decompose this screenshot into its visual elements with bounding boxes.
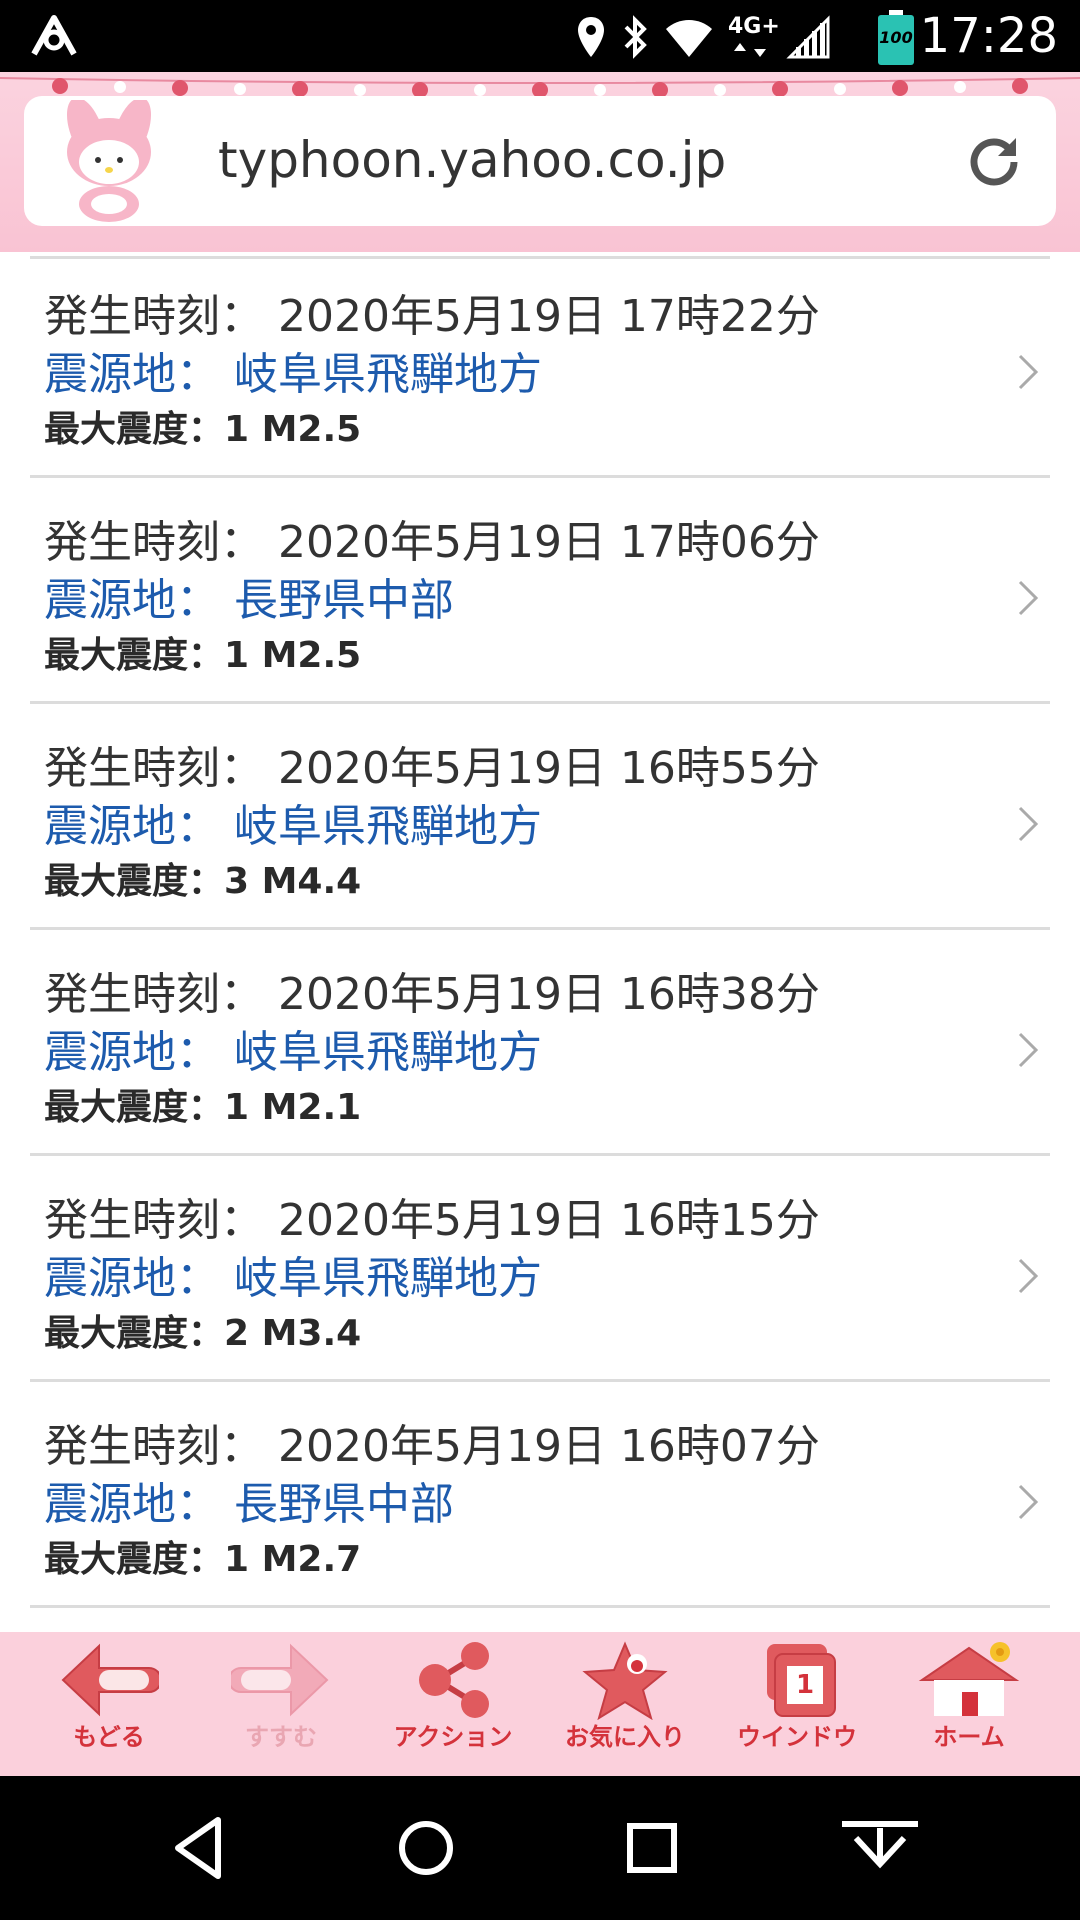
quake-intensity: 最大震度：3 M4.4 [44,861,362,902]
forward-label: すすむ [245,1723,317,1751]
quake-time: 発生時刻： 2020年5月19日 17時22分 [44,291,820,342]
quake-time: 発生時刻： 2020年5月19日 17時06分 [44,517,820,568]
list-item[interactable]: 発生時刻： 2020年5月19日 16時07分 震源地： 長野県中部 最大震度：… [30,1386,1050,1608]
action-button[interactable]: アクション [368,1640,538,1772]
window-button[interactable]: 1 ウインドウ [712,1640,882,1772]
quake-time: 発生時刻： 2020年5月19日 16時55分 [44,743,820,794]
nav-down-icon[interactable] [840,1808,920,1888]
navigation-bar [0,1776,1080,1920]
quake-intensity: 最大震度：2 M3.4 [44,1313,362,1354]
status-bar: 4G+ 100 17:28 [0,0,1080,72]
quake-epicenter[interactable]: 震源地： 長野県中部 [44,1478,454,1532]
quake-epicenter[interactable]: 震源地： 岐阜県飛騨地方 [44,348,542,402]
wifi-icon [666,20,712,57]
forward-arrow-icon [231,1643,329,1717]
bluetooth-icon [624,15,647,59]
reload-icon[interactable] [964,130,1024,190]
quake-time: 発生時刻： 2020年5月19日 16時15分 [44,1195,820,1246]
back-arrow-icon [61,1643,159,1717]
list-item[interactable]: 発生時刻： 2020年5月19日 16時55分 震源地： 岐阜県飛騨地方 最大震… [30,708,1050,930]
forward-button[interactable]: すすむ [196,1640,366,1772]
quake-time: 発生時刻： 2020年5月19日 16時38分 [44,969,820,1020]
home-label: ホーム [933,1723,1005,1751]
network-type: 4G+ [728,13,780,61]
home-button[interactable]: ホーム [884,1640,1054,1772]
browser-header: typhoon.yahoo.co.jp [0,72,1080,252]
nav-home-icon[interactable] [386,1808,466,1888]
chevron-right-icon [1018,1032,1039,1068]
status-icons: 4G+ [576,12,830,62]
list-item[interactable]: 発生時刻： 2020年5月19日 16時38分 震源地： 岐阜県飛騨地方 最大震… [30,934,1050,1156]
battery-level: 100 [879,28,913,47]
home-icon [918,1642,1020,1716]
share-icon [419,1642,489,1718]
chevron-right-icon [1018,580,1039,616]
quake-epicenter[interactable]: 震源地： 長野県中部 [44,574,454,628]
location-icon [578,17,604,57]
quake-intensity: 最大震度：1 M2.1 [44,1087,362,1128]
quake-epicenter[interactable]: 震源地： 岐阜県飛騨地方 [44,800,542,854]
chevron-right-icon [1018,354,1039,390]
nav-back-icon[interactable] [160,1808,240,1888]
window-label: ウインドウ [737,1723,857,1751]
list-item[interactable]: 発生時刻： 2020年5月19日 17時22分 震源地： 岐阜県飛騨地方 最大震… [30,256,1050,478]
chevron-right-icon [1018,806,1039,842]
back-button[interactable]: もどる [24,1640,194,1772]
clock: 17:28 [919,8,1058,64]
list-item[interactable]: 発生時刻： 2020年5月19日 16時15分 震源地： 岐阜県飛騨地方 最大震… [30,1160,1050,1382]
mascot-icon [66,100,152,222]
chevron-right-icon [1018,1484,1039,1520]
quake-intensity: 最大震度：1 M2.5 [44,409,362,450]
quake-time: 発生時刻： 2020年5月19日 16時07分 [44,1421,820,1472]
address-bar[interactable]: typhoon.yahoo.co.jp [24,96,1056,226]
earthquake-list: 発生時刻： 2020年5月19日 17時22分 震源地： 岐阜県飛騨地方 最大震… [0,252,1080,1632]
favorites-button[interactable]: お気に入り [540,1640,710,1772]
browser-toolbar: もどる すすむ アクション お気に入り 1 ウインドウ ホーム [0,1632,1080,1776]
nav-recents-icon[interactable] [612,1808,692,1888]
quake-intensity: 最大震度：1 M2.5 [44,635,362,676]
quake-epicenter[interactable]: 震源地： 岐阜県飛騨地方 [44,1026,542,1080]
url-text[interactable]: typhoon.yahoo.co.jp [218,130,726,190]
list-item[interactable]: 発生時刻： 2020年5月19日 17時06分 震源地： 長野県中部 最大震度：… [30,482,1050,704]
favorites-label: お気に入り [565,1723,685,1751]
action-label: アクション [393,1723,513,1751]
app-logo-icon [31,15,77,56]
window-count: 1 [795,1670,815,1700]
quake-intensity: 最大震度：1 M2.7 [44,1539,362,1580]
back-label: もどる [73,1723,145,1751]
signal-icon [786,15,830,59]
quake-epicenter[interactable]: 震源地： 岐阜県飛騨地方 [44,1252,542,1306]
battery-icon: 100 [876,10,916,66]
star-icon [582,1641,668,1720]
chevron-right-icon [1018,1258,1039,1294]
